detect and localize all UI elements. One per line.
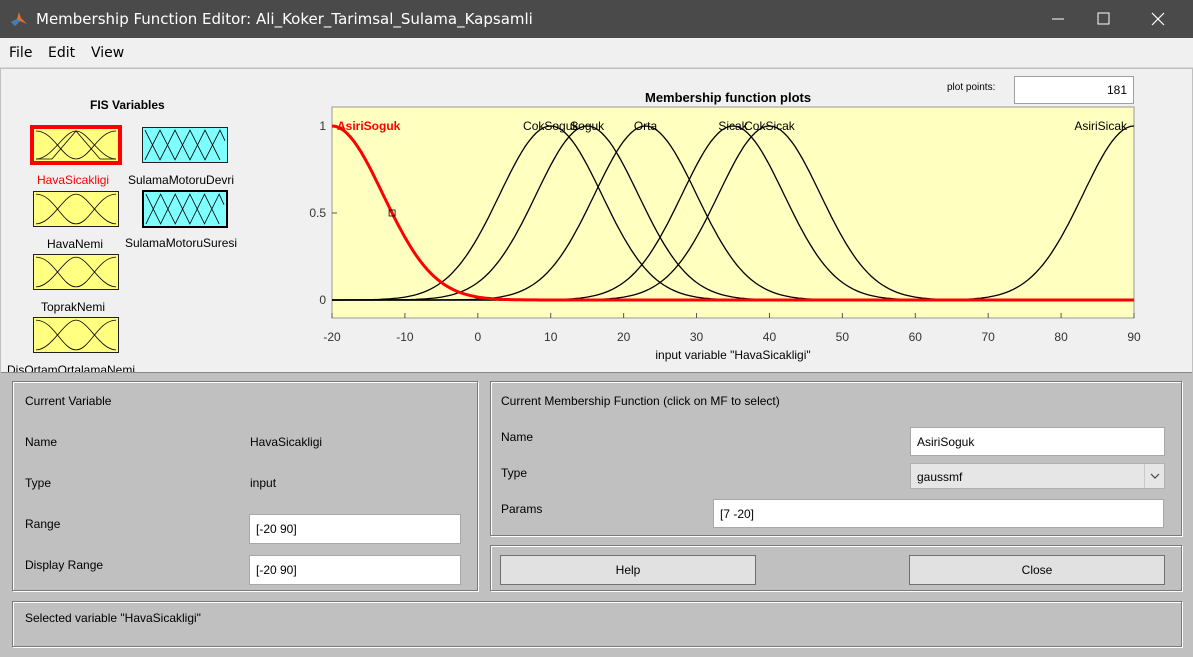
current-variable-group: Current Variable Name HavaSicakligi Type… xyxy=(12,381,478,591)
fis-output-label[interactable]: SulamaMotoruSuresi xyxy=(125,236,237,250)
fis-input-label[interactable]: HavaSicakligi xyxy=(37,173,109,187)
minimize-button[interactable] xyxy=(1035,0,1081,38)
mf-thumbnail-icon xyxy=(35,319,117,351)
x-axis-label: input variable "HavaSicakligi" xyxy=(655,348,810,362)
mf-thumbnail-icon xyxy=(144,129,226,161)
mf-params-label: Params xyxy=(501,502,543,516)
close-button[interactable]: Close xyxy=(909,555,1165,585)
editor-area: FIS Variables HavaSicakligi HavaNemi Top… xyxy=(1,69,1192,373)
menu-view[interactable]: View xyxy=(91,45,124,61)
mf-type-select[interactable]: gaussmf xyxy=(910,463,1165,489)
mf-label-asirisoguk: AsiriSoguk xyxy=(337,119,401,133)
plot-area xyxy=(331,106,1135,319)
menu-bar: File Edit View xyxy=(0,38,1193,68)
mf-name-input[interactable]: AsiriSoguk xyxy=(910,427,1165,456)
x-tick-label: 0 xyxy=(474,330,481,344)
properties-panel: Current Variable Name HavaSicakligi Type… xyxy=(1,372,1192,657)
variable-name-value: HavaSicakligi xyxy=(250,435,323,449)
status-text: Selected variable "HavaSicakligi" xyxy=(25,611,201,625)
maximize-button[interactable] xyxy=(1081,0,1127,38)
mf-type-value: gaussmf xyxy=(917,470,963,484)
current-variable-title: Current Variable xyxy=(25,394,112,408)
chevron-down-icon xyxy=(1144,464,1164,488)
fis-variables-title: FIS Variables xyxy=(90,98,165,112)
range-label: Range xyxy=(25,517,61,531)
y-tick-label: 1 xyxy=(319,119,326,133)
x-tick-label: 50 xyxy=(836,330,850,344)
window-title: Membership Function Editor: Ali_Koker_Ta… xyxy=(36,10,533,28)
title-bar: Membership Function Editor: Ali_Koker_Ta… xyxy=(0,0,1193,38)
matlab-logo-icon xyxy=(11,12,27,26)
close-icon xyxy=(1151,12,1165,26)
plot-title: Membership function plots xyxy=(645,90,812,105)
mf-label-soguk: Soguk xyxy=(570,119,605,133)
buttons-group: Help Close xyxy=(490,545,1182,591)
variable-name-label: Name xyxy=(25,435,58,449)
fis-input-label[interactable]: ToprakNemi xyxy=(41,300,105,314)
y-tick-label: 0.5 xyxy=(309,206,326,220)
mf-thumbnail-icon xyxy=(145,193,225,225)
fis-input-box-havanemi[interactable] xyxy=(33,191,119,227)
fis-input-box-disortamortalamanemi[interactable] xyxy=(33,317,119,353)
fis-output-box-sulamamotorusuresi[interactable] xyxy=(142,190,228,228)
current-mf-group: Current Membership Function (click on MF… xyxy=(490,381,1182,536)
variable-type-label: Type xyxy=(25,476,52,490)
mf-thumbnail-icon xyxy=(35,193,117,225)
fis-output-box-sulamamotorudevri[interactable] xyxy=(142,127,228,163)
mf-thumbnail-icon xyxy=(35,130,117,160)
display-range-label: Display Range xyxy=(25,558,104,572)
mf-thumbnail-icon xyxy=(35,256,117,288)
x-tick-label: 10 xyxy=(544,330,558,344)
mf-type-label: Type xyxy=(501,466,528,480)
mf-label-asirisicak: AsiriSicak xyxy=(1074,119,1128,133)
menu-edit[interactable]: Edit xyxy=(48,45,75,61)
fis-input-box-topraknemi[interactable] xyxy=(33,254,119,290)
fis-input-box-havasicakligi[interactable] xyxy=(30,125,122,165)
mf-label-orta: Orta xyxy=(634,119,658,133)
help-button[interactable]: Help xyxy=(500,555,756,585)
x-tick-label: 60 xyxy=(909,330,923,344)
mf-name-label: Name xyxy=(501,430,534,444)
fis-output-label[interactable]: SulamaMotoruDevri xyxy=(128,173,234,187)
plot-points-input[interactable]: 181 xyxy=(1014,76,1134,104)
fis-input-label[interactable]: HavaNemi xyxy=(47,237,103,251)
x-tick-label: 20 xyxy=(617,330,631,344)
variable-type-value: input xyxy=(250,476,277,490)
plot-points-label: plot points: xyxy=(947,82,996,93)
x-tick-label: 30 xyxy=(690,330,704,344)
display-range-input[interactable]: [-20 90] xyxy=(249,555,461,585)
x-tick-label: 40 xyxy=(763,330,777,344)
status-bar: Selected variable "HavaSicakligi" xyxy=(12,601,1182,647)
x-tick-label: -20 xyxy=(323,330,341,344)
menu-file[interactable]: File xyxy=(9,45,32,61)
close-window-button[interactable] xyxy=(1135,0,1181,38)
maximize-icon xyxy=(1097,12,1110,25)
mf-params-input[interactable]: [7 -20] xyxy=(713,499,1164,528)
membership-function-chart[interactable]: -20 -10 0 10 20 30 40 50 60 70 80 90 0 0.5 1 AsiriSoguk… xyxy=(301,104,1161,366)
range-input[interactable]: [-20 90] xyxy=(249,514,461,544)
x-tick-label: 90 xyxy=(1127,330,1141,344)
current-mf-title: Current Membership Function (click on MF… xyxy=(501,394,780,408)
mf-label-coksicak: CokSicak xyxy=(744,119,796,133)
y-tick-label: 0 xyxy=(319,293,326,307)
x-tick-label: -10 xyxy=(396,330,414,344)
x-tick-label: 70 xyxy=(982,330,996,344)
x-tick-label: 80 xyxy=(1054,330,1068,344)
minimize-icon xyxy=(1052,18,1064,20)
